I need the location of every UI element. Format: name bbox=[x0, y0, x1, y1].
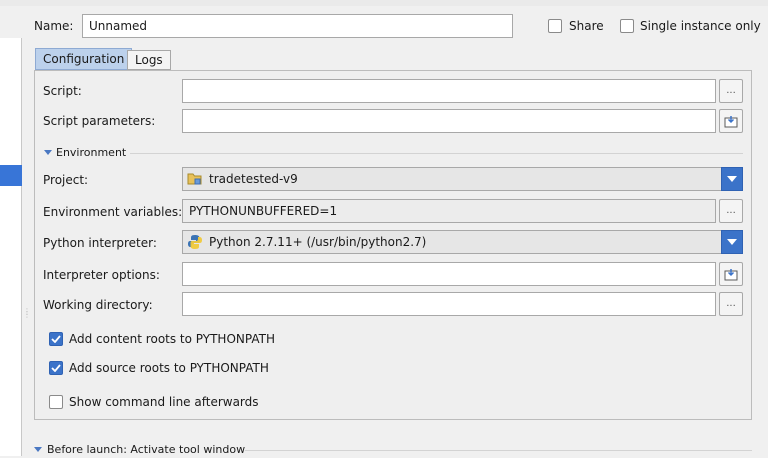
chevron-down-icon[interactable] bbox=[721, 230, 743, 254]
working-directory-browse-button[interactable]: ... bbox=[719, 292, 743, 316]
configurations-tree-panel[interactable] bbox=[0, 38, 22, 456]
checkmark-icon bbox=[51, 335, 61, 343]
single-instance-checkbox[interactable] bbox=[620, 19, 634, 33]
checkmark-icon bbox=[51, 364, 61, 372]
working-directory-label: Working directory: bbox=[43, 298, 153, 312]
interpreter-options-expand-button[interactable] bbox=[719, 262, 743, 286]
project-dropdown[interactable]: tradetested-v9 bbox=[182, 167, 743, 191]
show-command-line-checkbox[interactable] bbox=[49, 395, 63, 409]
python-interpreter-dropdown[interactable]: Python 2.7.11+ (/usr/bin/python2.7) bbox=[182, 230, 743, 254]
working-directory-input[interactable] bbox=[182, 292, 716, 316]
add-source-roots-checkbox[interactable] bbox=[49, 361, 63, 375]
interpreter-options-label: Interpreter options: bbox=[43, 268, 160, 282]
python-interpreter-value: Python 2.7.11+ (/usr/bin/python2.7) bbox=[209, 235, 427, 249]
add-source-roots-label: Add source roots to PYTHONPATH bbox=[69, 361, 269, 375]
expand-field-icon bbox=[724, 268, 738, 280]
environment-variables-input[interactable]: PYTHONUNBUFFERED=1 bbox=[182, 199, 716, 223]
script-parameters-input[interactable] bbox=[182, 109, 716, 133]
ellipsis-icon: ... bbox=[726, 205, 736, 216]
python-interpreter-label: Python interpreter: bbox=[43, 236, 157, 250]
script-parameters-label: Script parameters: bbox=[43, 114, 156, 128]
dialog-title-strip bbox=[0, 0, 768, 6]
tab-logs[interactable]: Logs bbox=[127, 50, 171, 70]
single-instance-label: Single instance only bbox=[640, 19, 761, 33]
script-browse-button[interactable]: ... bbox=[719, 79, 743, 103]
splitter-grip-icon[interactable]: ⋮ ⋮ bbox=[23, 308, 31, 320]
script-label: Script: bbox=[43, 84, 82, 98]
environment-variables-label: Environment variables: bbox=[43, 205, 183, 219]
add-content-roots-checkbox[interactable] bbox=[49, 332, 63, 346]
add-content-roots-label: Add content roots to PYTHONPATH bbox=[69, 332, 275, 346]
environment-variables-browse-button[interactable]: ... bbox=[719, 199, 743, 223]
configurations-tree-selection[interactable] bbox=[0, 165, 22, 186]
show-command-line-label: Show command line afterwards bbox=[69, 395, 259, 409]
script-parameters-expand-button[interactable] bbox=[719, 109, 743, 133]
environment-section-label: Environment bbox=[56, 146, 127, 159]
interpreter-options-input[interactable] bbox=[182, 262, 716, 286]
expand-field-icon bbox=[724, 115, 738, 127]
ellipsis-icon: ... bbox=[726, 85, 736, 96]
project-label: Project: bbox=[43, 173, 89, 187]
name-label: Name: bbox=[34, 19, 74, 33]
script-input[interactable] bbox=[182, 79, 716, 103]
environment-separator bbox=[130, 153, 743, 154]
before-launch-separator bbox=[245, 450, 752, 451]
project-value: tradetested-v9 bbox=[209, 172, 298, 186]
environment-collapse-icon[interactable] bbox=[44, 150, 52, 155]
name-input[interactable]: Unnamed bbox=[82, 14, 513, 38]
chevron-down-icon[interactable] bbox=[721, 167, 743, 191]
share-label: Share bbox=[569, 19, 604, 33]
python-icon bbox=[188, 235, 202, 249]
tab-configuration[interactable]: Configuration bbox=[35, 48, 133, 70]
project-folder-icon bbox=[187, 173, 202, 185]
before-launch-collapse-icon[interactable] bbox=[34, 447, 42, 452]
ellipsis-icon: ... bbox=[726, 298, 736, 309]
share-checkbox[interactable] bbox=[548, 19, 562, 33]
